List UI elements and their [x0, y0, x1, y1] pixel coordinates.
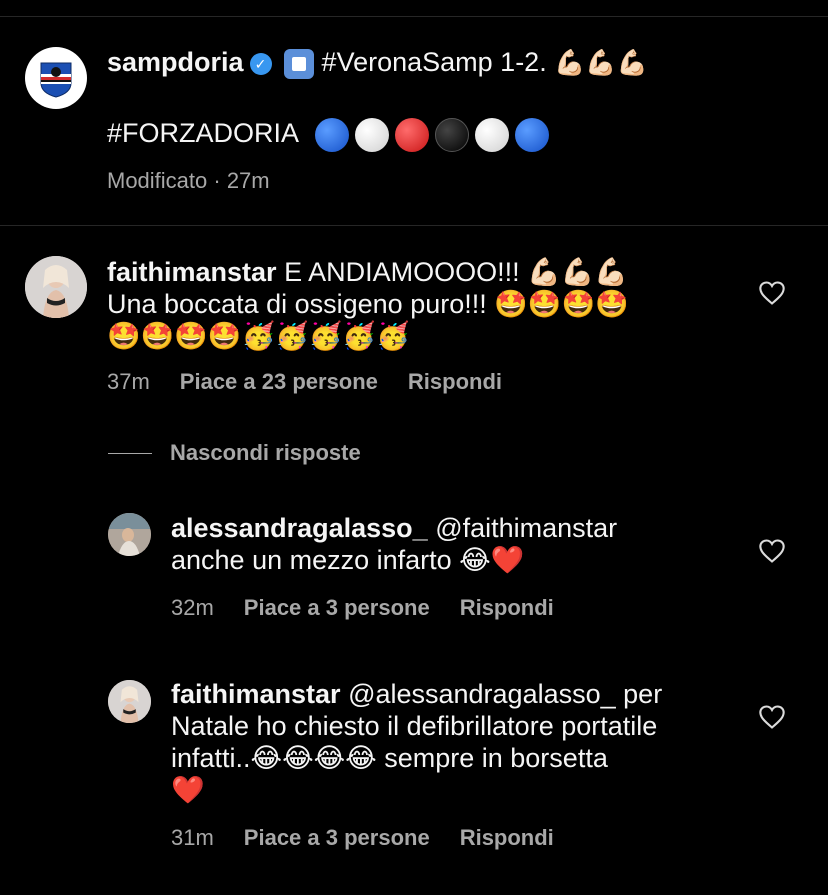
- reply-time: 31m: [171, 825, 214, 850]
- reply-mention[interactable]: @faithimanstar: [435, 513, 617, 543]
- reply-text: alessandragalasso_ @faithimanstar anche …: [171, 512, 731, 576]
- post-username[interactable]: sampdoria: [107, 47, 244, 77]
- heart-icon[interactable]: [758, 538, 786, 564]
- reply-time: 32m: [171, 595, 214, 620]
- post-caption-line1: sampdoria ✓ #VeronaSamp 1-2. 💪🏻💪🏻💪🏻: [107, 46, 648, 79]
- red-circle-icon: [395, 117, 430, 152]
- post-caption-line2: #FORZADORIA: [107, 117, 555, 152]
- post-hashtag-forzadoria[interactable]: #FORZADORIA: [107, 118, 298, 148]
- sampdoria-logo-icon: [40, 62, 72, 98]
- white-circle-icon: [355, 117, 390, 152]
- hide-replies-toggle[interactable]: Nascondi risposte: [108, 440, 361, 466]
- comment-avatar[interactable]: [25, 256, 87, 318]
- white-circle-icon: [475, 117, 510, 152]
- reply-username[interactable]: alessandragalasso_: [171, 513, 428, 543]
- reply-mention[interactable]: @alessandragalasso_: [348, 679, 616, 709]
- blue-circle-icon: [515, 117, 550, 152]
- reply-line-2: Natale ho chiesto il defibrillatore port…: [171, 711, 658, 741]
- reply-text: faithimanstar @alessandragalasso_ per Na…: [171, 678, 741, 806]
- reply-reply-button[interactable]: Rispondi: [460, 825, 554, 850]
- reply-meta: 31m Piace a 3 persone Rispondi: [171, 825, 584, 851]
- stop-button-emoji-icon: [283, 48, 314, 79]
- reply-avatar[interactable]: [108, 680, 151, 723]
- reply-line-2: anche un mezzo infarto 😂❤️: [171, 545, 525, 575]
- reply-likes[interactable]: Piace a 3 persone: [244, 825, 430, 850]
- comment-line-2: Una boccata di ossigeno puro!!! 🤩🤩🤩🤩: [107, 289, 629, 319]
- reply-line1-rest: per: [623, 679, 663, 709]
- post-hashtag-verona[interactable]: #VeronaSamp 1-2.: [322, 47, 547, 77]
- comment-reply-button[interactable]: Rispondi: [408, 369, 502, 394]
- comment-username[interactable]: faithimanstar: [107, 257, 277, 287]
- hide-replies-line: [108, 452, 152, 454]
- comment-text: faithimanstar E ANDIAMOOOO!!! 💪🏻💪🏻💪🏻 Una…: [107, 256, 727, 352]
- comment-line-3: 🤩🤩🤩🤩🥳🥳🥳🥳🥳: [107, 321, 410, 351]
- comment-time: 37m: [107, 369, 150, 394]
- reply-line-1: faithimanstar @alessandragalasso_ per: [171, 678, 741, 710]
- hide-replies-label: Nascondi risposte: [170, 440, 361, 465]
- comment-line1-text: E ANDIAMOOOO!!! 💪🏻💪🏻💪🏻: [284, 257, 628, 287]
- reply-line-3: infatti..😂😂😂😂 sempre in borsetta: [171, 743, 608, 773]
- reply-line-4: ❤️: [171, 775, 205, 805]
- comment-meta: 37m Piace a 23 persone Rispondi: [107, 369, 532, 395]
- reply-meta: 32m Piace a 3 persone Rispondi: [171, 595, 584, 621]
- comment-likes[interactable]: Piace a 23 persone: [180, 369, 378, 394]
- post-edited-timestamp: Modificato · 27m: [107, 168, 270, 193]
- reply-line-1: alessandragalasso_ @faithimanstar: [171, 512, 731, 544]
- post-avatar[interactable]: [25, 47, 87, 109]
- top-divider: [0, 16, 828, 17]
- avatar-photo-icon: [108, 513, 151, 556]
- black-circle-icon: [435, 117, 470, 152]
- reply-reply-button[interactable]: Rispondi: [460, 595, 554, 620]
- heart-icon[interactable]: [758, 704, 786, 730]
- verified-badge-icon: ✓: [249, 52, 272, 75]
- avatar-photo-icon: [25, 256, 87, 318]
- avatar-photo-icon: [108, 680, 151, 723]
- blue-circle-icon: [315, 117, 350, 152]
- reply-username[interactable]: faithimanstar: [171, 679, 341, 709]
- circle-emojis: [315, 117, 555, 152]
- caption-divider: [0, 225, 828, 226]
- heart-icon[interactable]: [758, 280, 786, 306]
- comment-line-1: faithimanstar E ANDIAMOOOO!!! 💪🏻💪🏻💪🏻: [107, 256, 727, 288]
- reply-likes[interactable]: Piace a 3 persone: [244, 595, 430, 620]
- reply-avatar[interactable]: [108, 513, 151, 556]
- post-flex-emojis: 💪🏻💪🏻💪🏻: [554, 48, 648, 77]
